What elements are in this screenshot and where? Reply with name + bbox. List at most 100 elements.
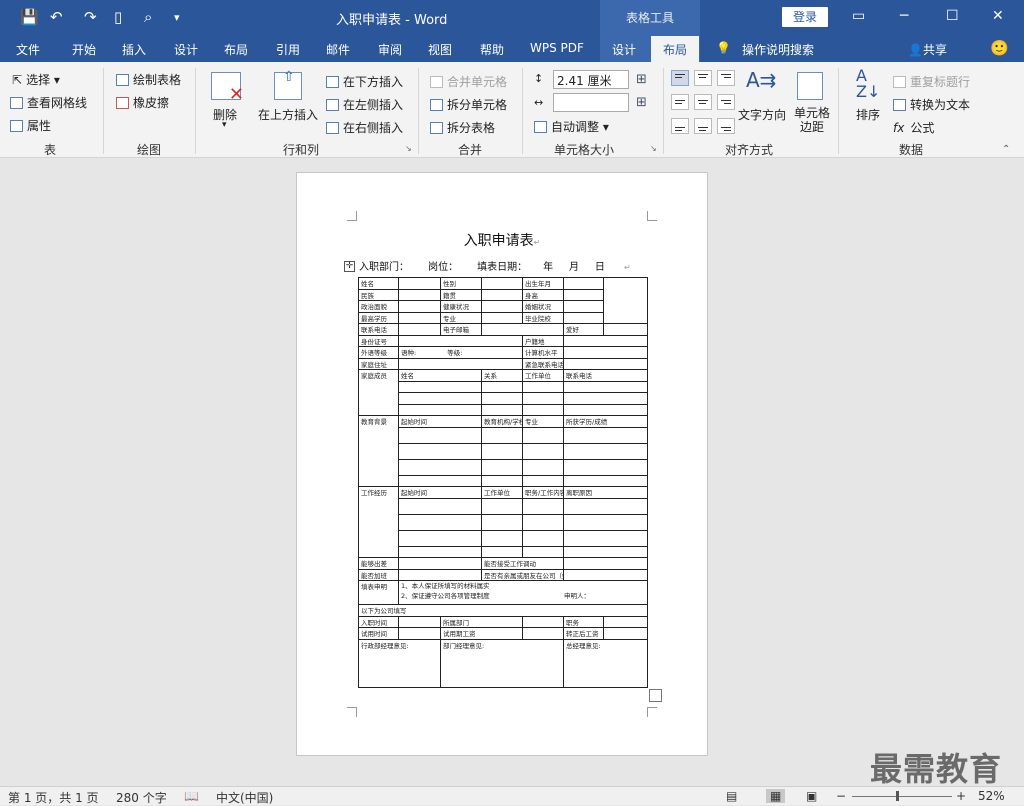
cell-value[interactable] [603,323,648,336]
cell-value[interactable] [398,545,482,558]
cell-value[interactable] [522,442,564,460]
align-top-left-button[interactable] [671,70,689,86]
document-page[interactable]: 入职申请表↵ ✛ 入职部门： 岗位： 填表日期： 年 月 日 ↵ 姓名 性别 出… [296,172,708,756]
table-move-handle-icon[interactable]: ✛ [344,261,355,272]
cell-value[interactable] [398,615,441,628]
cell-admin-opinion[interactable]: 行政部经理意见: [358,638,441,688]
cell-value[interactable] [481,323,564,336]
rows-dialog-launcher-icon[interactable]: ↘ [405,144,412,153]
cell-value[interactable] [522,513,564,531]
draw-table-button[interactable]: 绘制表格 [116,71,181,88]
cell-value[interactable] [563,568,648,581]
align-bottom-center-button[interactable] [694,118,712,134]
cell-value[interactable] [563,288,604,301]
cell-declare-content[interactable]: 1、本人保证所填写的材料属实 2、保证遵守公司各项管理制度 申明人： [398,580,648,605]
align-top-center-button[interactable] [694,70,712,86]
cell-value[interactable] [563,497,648,515]
size-dialog-launcher-icon[interactable]: ↘ [650,144,657,153]
repeat-header-button[interactable]: 重复标题行 [893,73,970,90]
tab-file[interactable]: 文件 [16,41,40,58]
cell-value[interactable] [398,300,441,313]
redo-icon[interactable]: ↷ [84,8,97,26]
cell-value[interactable] [398,529,482,547]
tab-references[interactable]: 引用 [276,41,300,58]
tab-home[interactable]: 开始 [72,41,96,58]
cell-value[interactable] [481,474,523,487]
insert-left-button[interactable]: 在左侧插入 [326,96,403,113]
tab-review[interactable]: 审阅 [378,41,402,58]
cell-value[interactable] [563,557,648,570]
align-middle-center-button[interactable] [694,94,712,110]
save-icon[interactable]: 💾 [20,8,39,26]
cell-value[interactable] [481,513,523,531]
zoom-level[interactable]: 52% [978,789,1005,803]
text-direction-button[interactable]: 文字方向 [738,106,786,123]
cell-value[interactable] [398,334,523,347]
read-mode-icon[interactable]: ▤ [726,789,737,803]
cell-value[interactable] [563,357,648,370]
print-layout-icon[interactable]: ▦ [766,789,786,803]
align-middle-left-button[interactable] [671,94,689,110]
cell-value[interactable] [522,529,564,547]
tell-me-search[interactable]: 操作说明搜索 [742,41,814,58]
cell-value[interactable] [563,300,604,313]
zoom-in-icon[interactable]: + [956,789,966,803]
align-top-right-button[interactable] [717,70,735,86]
new-doc-icon[interactable]: ▯ [114,8,122,26]
cell-value[interactable] [398,557,482,570]
cell-value[interactable] [522,615,564,628]
insert-above-button[interactable]: 在上方插入 [258,106,318,123]
cell-value[interactable] [398,474,482,487]
language-indicator[interactable]: 中文(中国) [216,789,273,806]
cell-manager-opinion[interactable]: 部门经理意见: [440,638,564,688]
proofing-icon[interactable]: 📖 [184,789,199,803]
cell-value[interactable] [563,392,648,405]
cell-value[interactable] [563,513,648,531]
web-layout-icon[interactable]: ▣ [806,789,817,803]
cell-value[interactable] [603,627,648,640]
tab-insert[interactable]: 插入 [122,41,146,58]
cell-value[interactable] [398,392,482,405]
cell-value[interactable] [481,442,523,460]
zoom-slider[interactable] [852,796,952,797]
cell-value[interactable] [398,497,482,515]
ribbon-display-icon[interactable]: ▭ [852,8,865,24]
column-width-input[interactable] [553,93,629,112]
insert-below-button[interactable]: 在下方插入 [326,73,403,90]
cell-value[interactable] [481,403,523,416]
cell-value[interactable] [398,568,482,581]
cell-value[interactable] [481,300,523,313]
align-middle-right-button[interactable] [717,94,735,110]
insert-right-button[interactable]: 在右侧插入 [326,119,403,136]
table-resize-handle[interactable] [649,689,662,702]
cell-value[interactable] [481,288,523,301]
cell-value[interactable] [563,311,604,324]
select-button[interactable]: ⇱ 选择 ▾ [12,71,60,88]
cell-value[interactable] [481,426,523,444]
cell-value[interactable] [522,392,564,405]
tab-mailings[interactable]: 邮件 [326,41,350,58]
collapse-ribbon-icon[interactable]: ⌃ [1002,144,1010,155]
cell-photo[interactable] [603,277,648,324]
cell-value[interactable] [522,497,564,515]
cell-value[interactable] [398,442,482,460]
share-button[interactable]: 👤共享 [908,41,947,58]
cell-value[interactable] [522,545,564,558]
cell-value[interactable] [522,403,564,416]
cell-value[interactable] [481,380,523,393]
cell-birth-value[interactable] [563,277,604,290]
cell-value[interactable] [563,474,648,487]
tab-layout[interactable]: 布局 [224,41,248,58]
cell-value[interactable] [398,458,482,476]
find-icon[interactable]: ⌕ [144,8,152,26]
cell-value[interactable] [563,403,648,416]
cell-value[interactable] [398,513,482,531]
cell-value[interactable] [481,392,523,405]
cell-value[interactable] [522,474,564,487]
cell-value[interactable] [481,458,523,476]
tab-table-design[interactable]: 设计 [612,41,636,58]
cell-value[interactable] [398,426,482,444]
zoom-slider-thumb[interactable] [896,791,899,801]
tab-design[interactable]: 设计 [174,41,198,58]
undo-icon[interactable]: ↶ [50,8,63,26]
